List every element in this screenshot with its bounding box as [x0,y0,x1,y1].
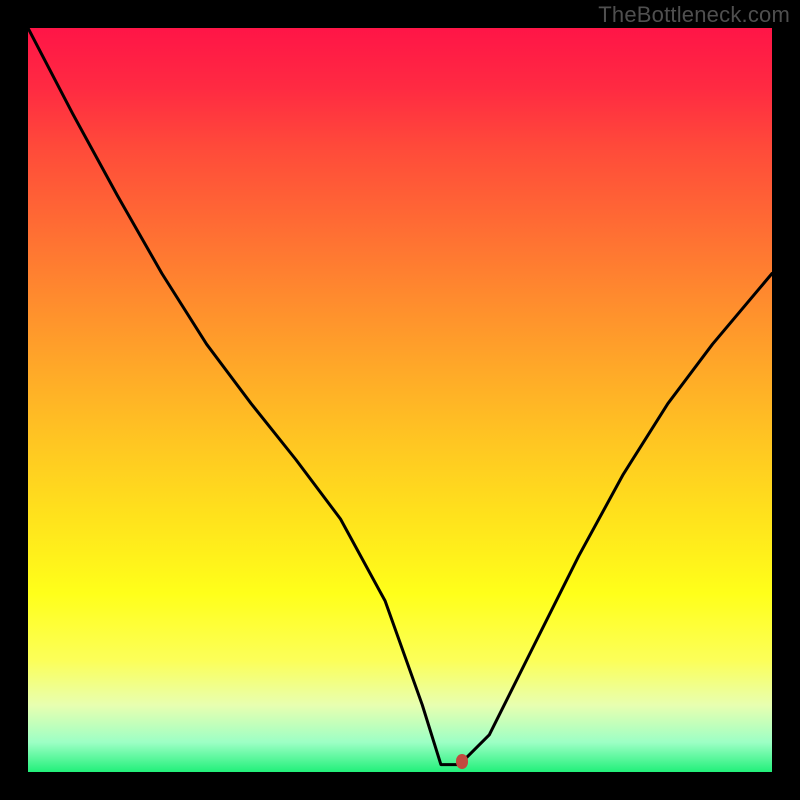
watermark-text: TheBottleneck.com [598,2,790,28]
bottleneck-curve [28,28,772,772]
optimal-point-marker [456,754,468,769]
chart-frame: TheBottleneck.com [0,0,800,800]
